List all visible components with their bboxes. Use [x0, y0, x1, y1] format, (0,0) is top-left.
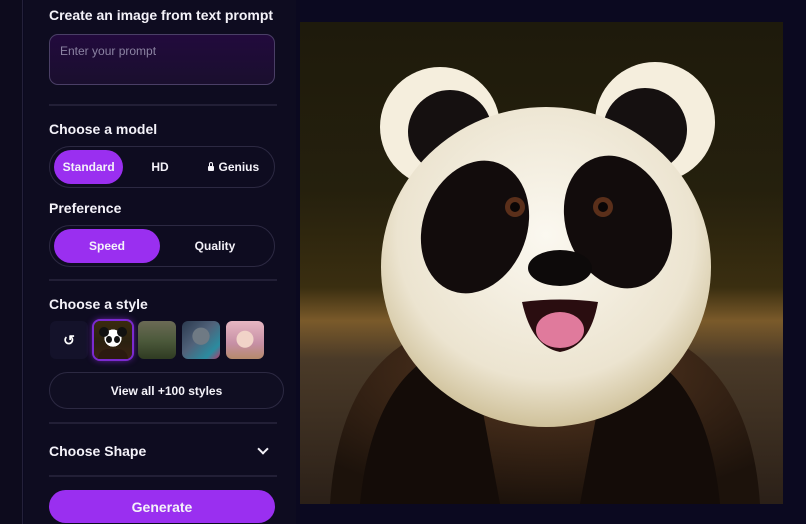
model-option-standard[interactable]: Standard	[54, 150, 124, 184]
view-all-styles-button[interactable]: View all +100 styles	[49, 372, 284, 409]
preference-option-label: Quality	[194, 239, 236, 253]
lock-icon	[207, 161, 214, 171]
panda-eye-patch	[106, 336, 112, 343]
preference-label: Preference	[49, 200, 122, 216]
page-title: Create an image from text prompt	[49, 7, 274, 23]
style-thumb-anime-girl[interactable]	[226, 321, 264, 359]
shape-label: Choose Shape	[49, 443, 147, 459]
prompt-input[interactable]	[49, 34, 275, 85]
style-thumb-none[interactable]: ↺	[50, 321, 88, 359]
model-option-label: HD	[151, 160, 169, 174]
style-label: Choose a style	[49, 296, 148, 312]
reset-icon: ↺	[63, 331, 75, 348]
style-thumbnails: ↺	[50, 321, 264, 359]
chevron-down-icon	[257, 443, 269, 455]
panda-pupil-left	[510, 202, 520, 212]
panda-tongue	[536, 312, 584, 348]
generated-image	[300, 22, 783, 504]
image-generator-page: Create an image from text prompt Choose …	[0, 0, 806, 524]
panda-eye-patch	[114, 336, 120, 343]
style-thumb-robot[interactable]	[182, 321, 220, 359]
panda-illustration	[330, 62, 760, 504]
divider	[49, 279, 277, 281]
model-option-label: Genius	[218, 160, 260, 174]
model-option-hd[interactable]: HD	[123, 150, 196, 184]
panda-body	[98, 349, 128, 359]
choose-shape-toggle[interactable]: Choose Shape	[49, 440, 275, 462]
style-thumb-panda[interactable]	[94, 321, 132, 359]
style-thumb-forest[interactable]	[138, 321, 176, 359]
model-label: Choose a model	[49, 121, 158, 137]
preference-option-label: Speed	[88, 239, 125, 253]
divider	[49, 475, 277, 477]
left-gutter	[0, 0, 23, 524]
preference-option-quality[interactable]: Quality	[160, 229, 270, 263]
panda-pupil-right	[598, 202, 608, 212]
divider	[49, 422, 277, 424]
divider	[49, 104, 277, 106]
preference-selector: Speed Quality	[49, 225, 275, 267]
model-option-genius[interactable]: Genius	[197, 150, 270, 184]
preference-option-speed[interactable]: Speed	[54, 229, 160, 263]
panda-nose	[528, 250, 592, 286]
model-option-label: Standard	[62, 160, 115, 174]
generate-button[interactable]: Generate	[49, 490, 275, 523]
model-selector: Standard HD Genius	[49, 146, 275, 188]
